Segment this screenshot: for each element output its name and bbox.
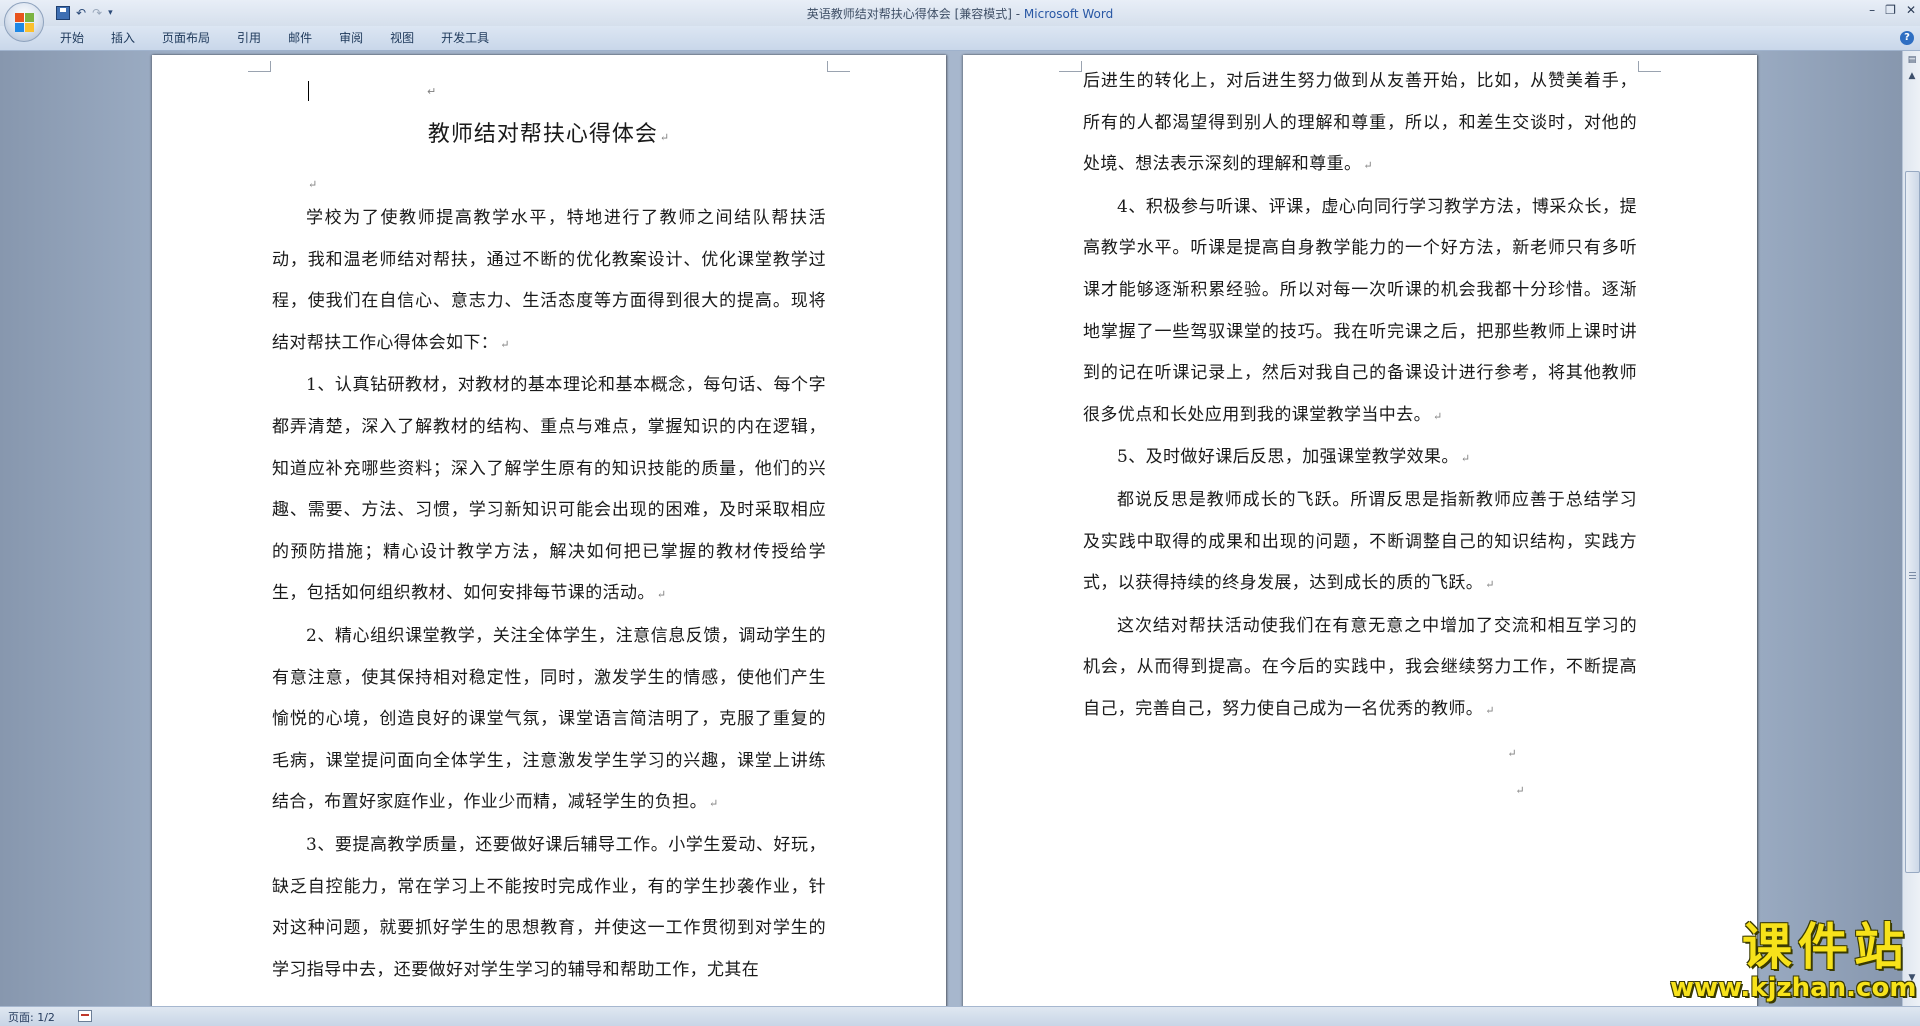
paragraph: 5、及时做好课后反思，加强课堂教学效果。 ↵ xyxy=(1083,437,1637,480)
paragraph-mark: ↵ xyxy=(1363,159,1374,173)
paragraph-mark: ↵ xyxy=(308,178,318,191)
paragraph: 学校为了使教师提高教学水平，特地进行了教师之间结队帮扶活动，我和温老师结对帮扶，… xyxy=(272,198,826,365)
paragraph-text: 都说反思是教师成长的飞跃。所谓反思是指新教师应善于总结学习及实践中取得的成果和出… xyxy=(1083,489,1637,594)
scroll-up-icon[interactable]: ▲ xyxy=(1905,69,1919,83)
page-counter[interactable]: 页面: 1/2 xyxy=(8,1009,55,1025)
tab-insert[interactable]: 插入 xyxy=(111,30,150,46)
text-cursor xyxy=(308,81,309,101)
close-button[interactable]: ✕ xyxy=(1906,3,1916,17)
paragraph-mark: ↵ xyxy=(656,588,667,602)
app-name: Microsoft Word xyxy=(1023,7,1114,21)
paragraph-mark: ↵ xyxy=(1507,746,1517,760)
paragraph: 4、积极参与听课、评课，虚心向同行学习教学方法，博采众长，提高教学水平。听课是提… xyxy=(1083,187,1637,438)
help-icon[interactable]: ? xyxy=(1900,31,1914,45)
paragraph: 都说反思是教师成长的飞跃。所谓反思是指新教师应善于总结学习及实践中取得的成果和出… xyxy=(1083,480,1637,606)
watermark-logo: 课件站 www.kjzhan.com xyxy=(1670,918,1917,1003)
page-1-text: 教师结对帮扶心得体会 ↵ ↵ 学校为了使教师提高教学水平，特地进行了教师之间结队帮… xyxy=(272,109,826,991)
tab-developer[interactable]: 开发工具 xyxy=(441,30,504,46)
office-button[interactable] xyxy=(4,2,44,42)
page-2-text: 后进生的转化上，对后进生努力做到从友善开始，比如，从赞美着手，所有的人都渴望得到… xyxy=(1083,61,1637,806)
tab-view[interactable]: 视图 xyxy=(390,30,429,46)
paragraph-mark: ↵ xyxy=(427,85,437,98)
office-logo-icon xyxy=(15,13,35,33)
tab-review[interactable]: 审阅 xyxy=(339,30,378,46)
paragraph-text: 5、及时做好课后反思，加强课堂教学效果。 xyxy=(1117,447,1459,468)
status-bar: 页面: 1/2 xyxy=(0,1006,1920,1026)
window-title: 英语教师结对帮扶心得体会 [兼容模式] - Microsoft Word xyxy=(0,5,1920,22)
crop-mark xyxy=(1638,61,1661,72)
ribbon-tabs-bar: 开始 插入 页面布局 引用 邮件 审阅 视图 开发工具 ? xyxy=(0,26,1920,51)
paragraph-mark: ↵ xyxy=(1460,452,1471,466)
paragraph-mark: ↵ xyxy=(659,131,671,144)
vertical-scrollbar[interactable]: ▤ ▲ ▼ ● xyxy=(1902,51,1920,1006)
paragraph-text: 4、积极参与听课、评课，虚心向同行学习教学方法，博采众长，提高教学水平。听课是提… xyxy=(1083,196,1637,425)
document-title-text: 教师结对帮扶心得体会 xyxy=(427,122,658,147)
empty-paragraph: ↵ xyxy=(272,168,826,198)
paragraph-text: 1、认真钻研教材，对教材的基本理论和基本概念，每句话、每个字都弄清楚，深入了解教… xyxy=(272,375,826,604)
crop-mark xyxy=(827,61,850,72)
paragraph: 2、精心组织课堂教学，关注全体学生，注意信息反馈，调动学生的有意注意，使其保持相… xyxy=(272,616,826,825)
empty-paragraph: ↵ xyxy=(1083,774,1637,806)
scroll-thumb[interactable] xyxy=(1905,171,1920,873)
paragraph-mark: ↵ xyxy=(500,337,510,351)
paragraph-text: 后进生的转化上，对后进生努力做到从友善开始，比如，从赞美着手，所有的人都渴望得到… xyxy=(1083,71,1637,175)
title-bar: ↶ ↷ ▾ 英语教师结对帮扶心得体会 [兼容模式] - Microsoft Wo… xyxy=(0,0,1920,42)
paragraph-mark: ↵ xyxy=(1485,703,1495,717)
paragraph: 3、要提高教学质量，还要做好课后辅导工作。小学生爱动、好玩，缺乏自控能力，常在学… xyxy=(272,825,826,991)
crop-mark xyxy=(1059,61,1082,72)
paragraph-mark: ↵ xyxy=(1433,409,1443,423)
paragraph: 这次结对帮扶活动使我们在有意无意之中增加了交流和相互学习的机会，从而得到提高。在… xyxy=(1083,606,1637,732)
paragraph-mark: ↵ xyxy=(1485,578,1495,592)
tab-references[interactable]: 引用 xyxy=(237,30,276,46)
document-title: 教师结对帮扶心得体会 ↵ xyxy=(272,115,826,158)
paragraph-text: 2、精心组织课堂教学，关注全体学生，注意信息反馈，调动学生的有意注意，使其保持相… xyxy=(272,625,826,813)
minimize-button[interactable]: – xyxy=(1869,3,1875,17)
ribbon-tabs: 开始 插入 页面布局 引用 邮件 审阅 视图 开发工具 xyxy=(60,30,516,46)
watermark-name: 课件站 xyxy=(1742,918,1910,976)
proofing-icon[interactable] xyxy=(78,1010,92,1022)
document-name: 英语教师结对帮扶心得体会 [兼容模式] - xyxy=(806,7,1024,21)
empty-paragraph: ↵ xyxy=(1083,732,1637,774)
paragraph-text: 这次结对帮扶活动使我们在有意无意之中增加了交流和相互学习的机会，从而得到提高。在… xyxy=(1083,615,1637,719)
paragraph-mark: ↵ xyxy=(1515,783,1525,797)
paragraph-text: 学校为了使教师提高教学水平，特地进行了教师之间结队帮扶活动，我和温老师结对帮扶，… xyxy=(272,208,826,353)
paragraph-mark: ↵ xyxy=(709,797,719,811)
watermark-url: www.kjzhan.com xyxy=(1670,973,1917,1003)
restore-button[interactable]: ❐ xyxy=(1885,3,1896,17)
paragraph: 1、认真钻研教材，对教材的基本理论和基本概念，每句话、每个字都弄清楚，深入了解教… xyxy=(272,365,826,616)
grip-icon xyxy=(1909,572,1916,573)
tab-home[interactable]: 开始 xyxy=(60,30,99,46)
window-controls: – ❐ ✕ xyxy=(1869,3,1916,17)
paragraph-text: 3、要提高教学质量，还要做好课后辅导工作。小学生爱动、好玩，缺乏自控能力，常在学… xyxy=(272,834,826,980)
tab-page-layout[interactable]: 页面布局 xyxy=(162,30,225,46)
document-page-1[interactable]: ↵ 教师结对帮扶心得体会 ↵ ↵ 学校为了使教师提高教学水平，特地进行了教师之间结… xyxy=(152,55,946,1006)
tab-mailings[interactable]: 邮件 xyxy=(288,30,327,46)
paragraph: 后进生的转化上，对后进生努力做到从友善开始，比如，从赞美着手，所有的人都渴望得到… xyxy=(1083,61,1637,187)
ruler-toggle-icon[interactable]: ▤ xyxy=(1905,53,1919,67)
document-page-2[interactable]: 后进生的转化上，对后进生努力做到从友善开始，比如，从赞美着手，所有的人都渴望得到… xyxy=(963,55,1757,1006)
document-workspace: ↵ 教师结对帮扶心得体会 ↵ ↵ 学校为了使教师提高教学水平，特地进行了教师之间结… xyxy=(0,51,1902,1006)
crop-mark xyxy=(248,61,271,72)
